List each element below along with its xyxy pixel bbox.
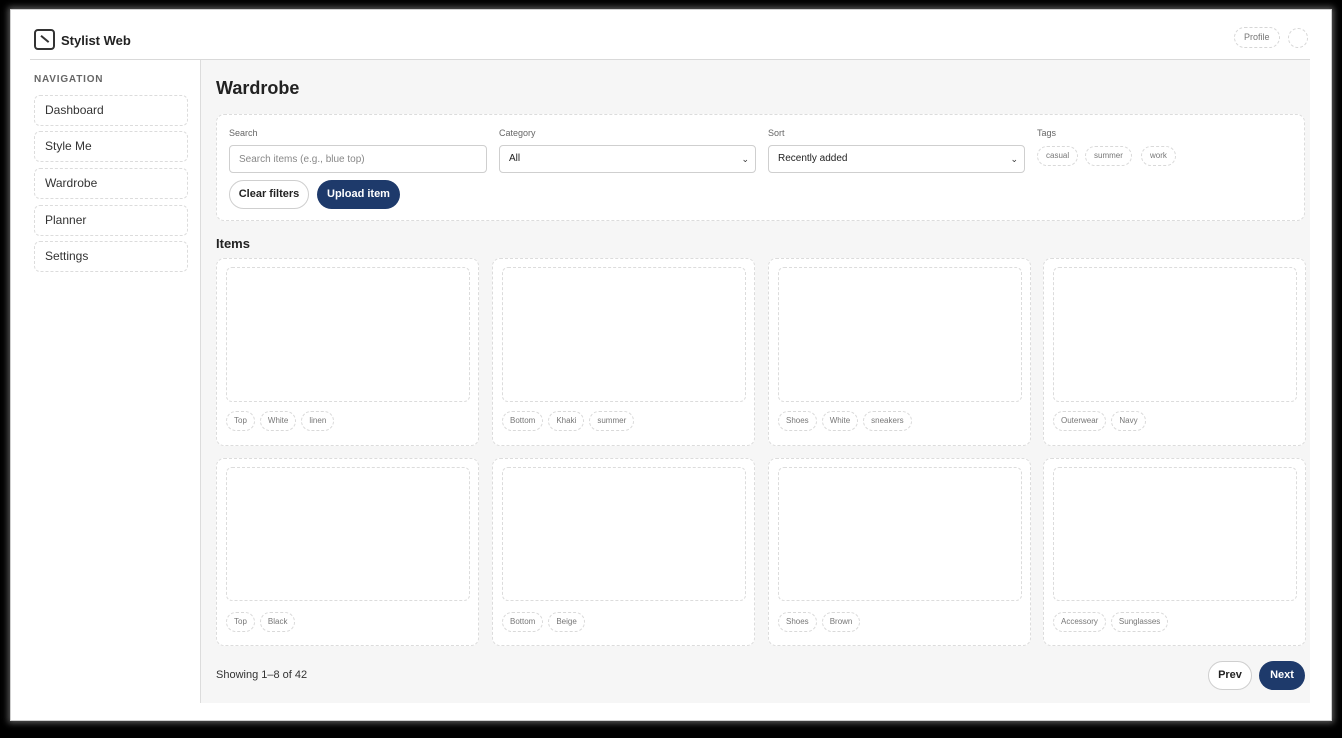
search-input[interactable] — [229, 145, 487, 173]
sidebar-item-style-me[interactable]: Style Me — [34, 131, 188, 162]
item-card[interactable]: Bottom Beige — [492, 458, 755, 646]
item-tag: White — [821, 411, 859, 431]
upload-item-button[interactable]: Upload item — [317, 180, 400, 209]
sidebar-item-dashboard[interactable]: Dashboard — [34, 95, 188, 126]
item-card[interactable]: Shoes Brown — [768, 458, 1031, 646]
profile-button[interactable]: Profile — [1234, 27, 1280, 48]
filters-panel: Search Category All ⌄ Sort Recently adde… — [216, 114, 1305, 221]
top-bar: Stylist Web Profile — [30, 23, 1310, 60]
item-tags: Top White linen — [226, 411, 335, 431]
app-logo-icon — [34, 29, 55, 50]
item-tags: Top Black — [226, 612, 296, 632]
item-image-placeholder — [502, 267, 746, 402]
item-tag: sneakers — [863, 411, 912, 431]
avatar[interactable] — [1288, 28, 1308, 48]
nav-heading: NAVIGATION — [34, 74, 104, 85]
item-card[interactable]: Top Black — [216, 458, 479, 646]
item-tag: Accessory — [1053, 612, 1106, 632]
item-tags: Outerwear Navy — [1053, 411, 1146, 431]
item-card[interactable]: Accessory Sunglasses — [1043, 458, 1306, 646]
item-card[interactable]: Bottom Khaki summer — [492, 258, 755, 446]
item-tag: White — [259, 411, 297, 431]
item-tag: Sunglasses — [1110, 612, 1169, 632]
item-image-placeholder — [1053, 467, 1297, 601]
item-tag: Black — [259, 612, 296, 632]
sort-select[interactable]: Recently added ⌄ — [768, 145, 1025, 173]
item-tags: Bottom Beige — [502, 612, 585, 632]
item-tags: Shoes White sneakers — [778, 411, 912, 431]
next-page-button[interactable]: Next — [1259, 661, 1305, 690]
item-tag: Shoes — [778, 411, 817, 431]
tag-filter-work[interactable]: work — [1141, 146, 1176, 166]
items-grid: Top White linen Bottom Khaki summer Shoes White… — [216, 258, 1306, 646]
category-label: Category — [499, 128, 536, 138]
prev-page-button[interactable]: Prev — [1208, 661, 1252, 690]
item-tags: Accessory Sunglasses — [1053, 612, 1169, 632]
tag-filter-summer[interactable]: summer — [1085, 146, 1132, 166]
item-card[interactable]: Outerwear Navy — [1043, 258, 1306, 446]
item-tag: Outerwear — [1053, 411, 1107, 431]
tag-filter-casual[interactable]: casual — [1037, 146, 1079, 166]
item-tag: Bottom — [502, 612, 544, 632]
chevron-down-icon: ⌄ — [1010, 154, 1018, 164]
item-tag: Top — [226, 411, 255, 431]
item-image-placeholder — [1053, 267, 1297, 402]
chevron-down-icon: ⌄ — [741, 154, 749, 164]
item-tag: linen — [301, 411, 335, 431]
item-image-placeholder — [226, 467, 470, 601]
item-image-placeholder — [502, 467, 746, 601]
item-image-placeholder — [778, 467, 1022, 601]
sidebar-item-settings[interactable]: Settings — [34, 241, 188, 272]
item-tag: Beige — [548, 612, 585, 632]
page-title: Wardrobe — [216, 78, 300, 98]
item-tag: Khaki — [548, 411, 585, 431]
item-tag: Brown — [821, 612, 861, 632]
item-tags: Bottom Khaki summer — [502, 411, 635, 431]
category-value: All — [509, 153, 521, 164]
sort-value: Recently added — [778, 153, 848, 164]
tags-label: Tags — [1037, 128, 1057, 138]
item-tag: Navy — [1111, 411, 1146, 431]
item-tag: Shoes — [778, 612, 817, 632]
search-label: Search — [229, 128, 258, 138]
sidebar-item-planner[interactable]: Planner — [34, 205, 188, 236]
app-window: Stylist Web Profile NAVIGATION Dashboard… — [10, 9, 1332, 721]
sort-label: Sort — [768, 128, 785, 138]
item-card[interactable]: Top White linen — [216, 258, 479, 446]
items-heading: Items — [216, 236, 250, 251]
item-tag: Bottom — [502, 411, 544, 431]
item-tag: Top — [226, 612, 255, 632]
sidebar: NAVIGATION Dashboard Style Me Wardrobe P… — [30, 60, 201, 703]
item-tag: summer — [589, 411, 635, 431]
category-select[interactable]: All ⌄ — [499, 145, 756, 173]
clear-filters-button[interactable]: Clear filters — [229, 180, 309, 209]
item-card[interactable]: Shoes White sneakers — [768, 258, 1031, 446]
item-image-placeholder — [778, 267, 1022, 402]
pagination-status: Showing 1–8 of 42 — [216, 669, 308, 681]
main-content: Wardrobe Search Category All ⌄ Sort Rece… — [201, 60, 1310, 703]
item-tags: Shoes Brown — [778, 612, 861, 632]
sidebar-item-wardrobe[interactable]: Wardrobe — [34, 168, 188, 199]
app-title: Stylist Web — [61, 33, 131, 48]
item-image-placeholder — [226, 267, 470, 402]
